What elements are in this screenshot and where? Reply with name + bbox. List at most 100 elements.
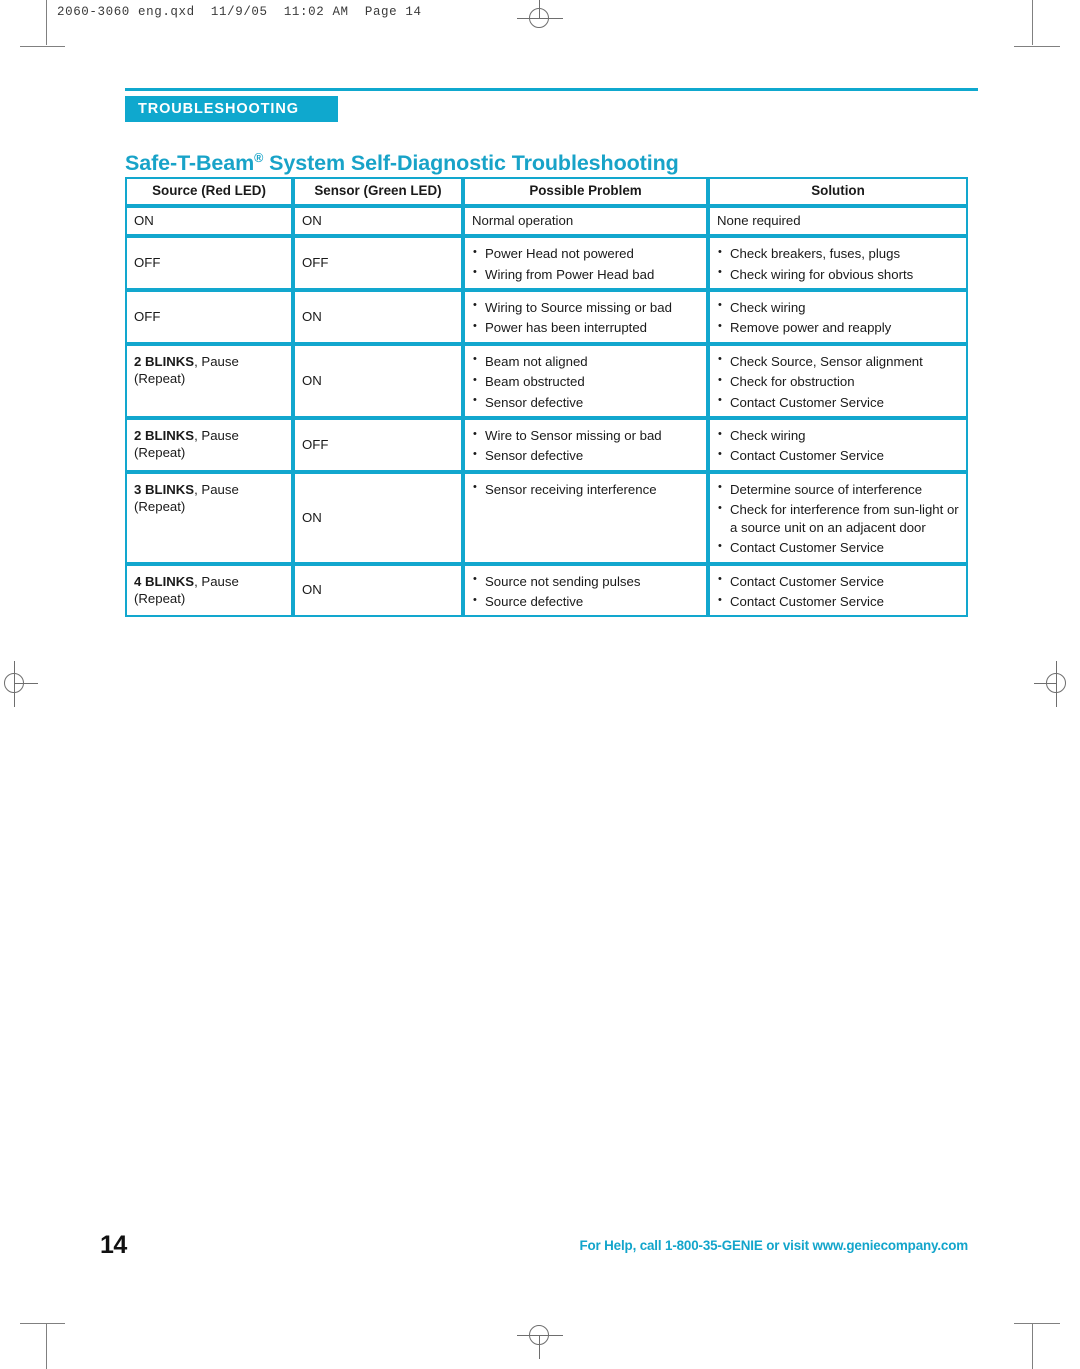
document-page: TROUBLESHOOTING Safe-T-Beam® System Self… [0, 0, 1080, 1369]
blink-code: 2 BLINKS, Pause (Repeat) [134, 428, 284, 462]
list-item: Wiring from Power Head bad [472, 265, 699, 283]
page-number: 14 [100, 1231, 127, 1259]
list-item: Check wiring [717, 427, 959, 444]
blink-code: 4 BLINKS, Pause (Repeat) [134, 574, 284, 608]
blink-pause-text: , Pause [194, 481, 239, 497]
list-item: Beam obstructed [472, 373, 699, 390]
column-header-solution: Solution [708, 177, 968, 206]
list-item: Source not sending pulses [472, 572, 699, 590]
blink-count: 4 BLINKS [134, 573, 195, 589]
table-header: Source (Red LED) Sensor (Green LED) Poss… [125, 177, 968, 206]
page-title-brand: Safe-T-Beam [125, 151, 255, 176]
cell-solution-list: Check wiring Remove power and reapply [717, 298, 959, 337]
sensor-state-text: ON [302, 308, 322, 324]
source-state-text: OFF [134, 254, 161, 270]
list-item: Contact Customer Service [717, 447, 959, 464]
cell-sensor-state: ON [293, 205, 463, 237]
list-item: Check Source, Sensor alignment [717, 352, 959, 370]
cell-solution: None required [708, 205, 968, 237]
cell-solution-text: None required [717, 212, 801, 228]
blink-repeat-text: (Repeat) [134, 591, 186, 607]
section-tab-troubleshooting: TROUBLESHOOTING [125, 96, 338, 122]
blink-repeat-text: (Repeat) [134, 371, 186, 387]
cell-source-state: ON [125, 205, 293, 237]
registered-trademark-icon: ® [254, 151, 264, 166]
table-body: ON ON Normal operation None required OFF OFF P… [125, 205, 968, 618]
cell-solution: Determine source of interference Check fo… [708, 471, 968, 564]
cell-solution: Check wiring Contact Customer Service [708, 418, 968, 472]
cell-source-state: 3 BLINKS, Pause (Repeat) [125, 471, 293, 564]
list-item: Sensor receiving interference [472, 480, 699, 498]
list-item: Beam not aligned [472, 352, 699, 370]
cell-possible-problem-list: Wire to Sensor missing or bad Sensor defe… [472, 427, 699, 465]
page-title: Safe-T-Beam® System Self-Diagnostic Trou… [125, 151, 679, 176]
cell-possible-problem: Source not sending pulses Source defectiv… [463, 563, 708, 618]
cell-sensor-state: ON [293, 289, 463, 344]
list-item: Contact Customer Service [717, 539, 959, 556]
cell-possible-problem: Sensor receiving interference [463, 471, 708, 564]
list-item: Wiring to Source missing or bad [472, 298, 699, 316]
cell-sensor-state: ON [293, 563, 463, 618]
page-title-rest: System Self-Diagnostic Troubleshooting [263, 151, 679, 176]
table-row: 3 BLINKS, Pause (Repeat) ON Sensor receivin… [125, 471, 968, 564]
cell-solution-list: Check wiring Contact Customer Service [717, 427, 959, 465]
sensor-state-text: ON [302, 372, 322, 388]
cell-possible-problem-list: Sensor receiving interference [472, 480, 699, 498]
column-header-source: Source (Red LED) [125, 177, 293, 206]
blink-repeat-text: (Repeat) [134, 499, 186, 515]
cell-source-state: OFF [125, 289, 293, 344]
column-header-problem: Possible Problem [463, 177, 708, 206]
list-item: Remove power and reapply [717, 319, 959, 336]
cell-sensor-state: OFF [293, 418, 463, 472]
table-row: OFF OFF Power Head not powered Wiring from … [125, 236, 968, 290]
blink-code: 2 BLINKS, Pause (Repeat) [134, 354, 284, 388]
cell-possible-problem-list: Source not sending pulses Source defectiv… [472, 572, 699, 611]
blink-count: 2 BLINKS [134, 428, 195, 444]
blink-repeat-text: (Repeat) [134, 445, 186, 461]
sensor-state-text: ON [302, 509, 322, 525]
cell-source-state: 2 BLINKS, Pause (Repeat) [125, 418, 293, 472]
cell-source-state: 4 BLINKS, Pause (Repeat) [125, 563, 293, 618]
table-header-row: Source (Red LED) Sensor (Green LED) Poss… [125, 177, 968, 206]
list-item: Check for obstruction [717, 373, 959, 390]
list-item: Determine source of interference [717, 480, 959, 498]
cell-solution: Check wiring Remove power and reapply [708, 289, 968, 344]
self-diagnostic-table: Source (Red LED) Sensor (Green LED) Poss… [125, 177, 968, 618]
cell-solution: Check breakers, fuses, plugs Check wiring… [708, 236, 968, 290]
cell-solution-list: Contact Customer Service Contact Customer… [717, 572, 959, 611]
cell-sensor-state: OFF [293, 236, 463, 290]
sensor-state-text: OFF [302, 254, 329, 270]
cell-sensor-state: ON [293, 471, 463, 564]
cell-possible-problem: Wiring to Source missing or bad Power has… [463, 289, 708, 344]
list-item: Contact Customer Service [717, 593, 959, 610]
cell-possible-problem-text: Normal operation [472, 212, 574, 228]
sensor-state-text: ON [302, 582, 322, 598]
column-header-sensor: Sensor (Green LED) [293, 177, 463, 206]
cell-possible-problem: Power Head not powered Wiring from Power … [463, 236, 708, 290]
blink-count: 2 BLINKS [134, 353, 195, 369]
list-item: Contact Customer Service [717, 572, 959, 590]
list-item: Sensor defective [472, 393, 699, 411]
cell-source-state: OFF [125, 236, 293, 290]
cell-solution-list: Determine source of interference Check fo… [717, 480, 959, 557]
list-item: Check wiring for obvious shorts [717, 265, 959, 283]
cell-possible-problem-list: Power Head not powered Wiring from Power … [472, 245, 699, 283]
cell-possible-problem: Normal operation [463, 205, 708, 237]
list-item: Wire to Sensor missing or bad [472, 427, 699, 444]
cell-possible-problem: Wire to Sensor missing or bad Sensor defe… [463, 418, 708, 472]
table-row: 2 BLINKS, Pause (Repeat) OFF Wire to Sensor… [125, 418, 968, 472]
list-item: Check for interference from sun-light or… [717, 501, 959, 536]
list-item: Source defective [472, 593, 699, 610]
list-item: Sensor defective [472, 447, 699, 464]
blink-pause-text: , Pause [194, 428, 239, 444]
list-item: Check breakers, fuses, plugs [717, 245, 959, 262]
blink-pause-text: , Pause [194, 353, 239, 369]
cell-possible-problem-list: Beam not aligned Beam obstructed Sensor de… [472, 352, 699, 411]
cell-solution: Check Source, Sensor alignment Check for … [708, 343, 968, 419]
header-rule [125, 88, 978, 91]
cell-solution-list: Check Source, Sensor alignment Check for … [717, 352, 959, 411]
cell-solution: Contact Customer Service Contact Customer… [708, 563, 968, 618]
footer-help-text: For Help, call 1-800-35-GENIE or visit w… [579, 1238, 968, 1253]
list-item: Contact Customer Service [717, 393, 959, 411]
blink-pause-text: , Pause [194, 573, 239, 589]
